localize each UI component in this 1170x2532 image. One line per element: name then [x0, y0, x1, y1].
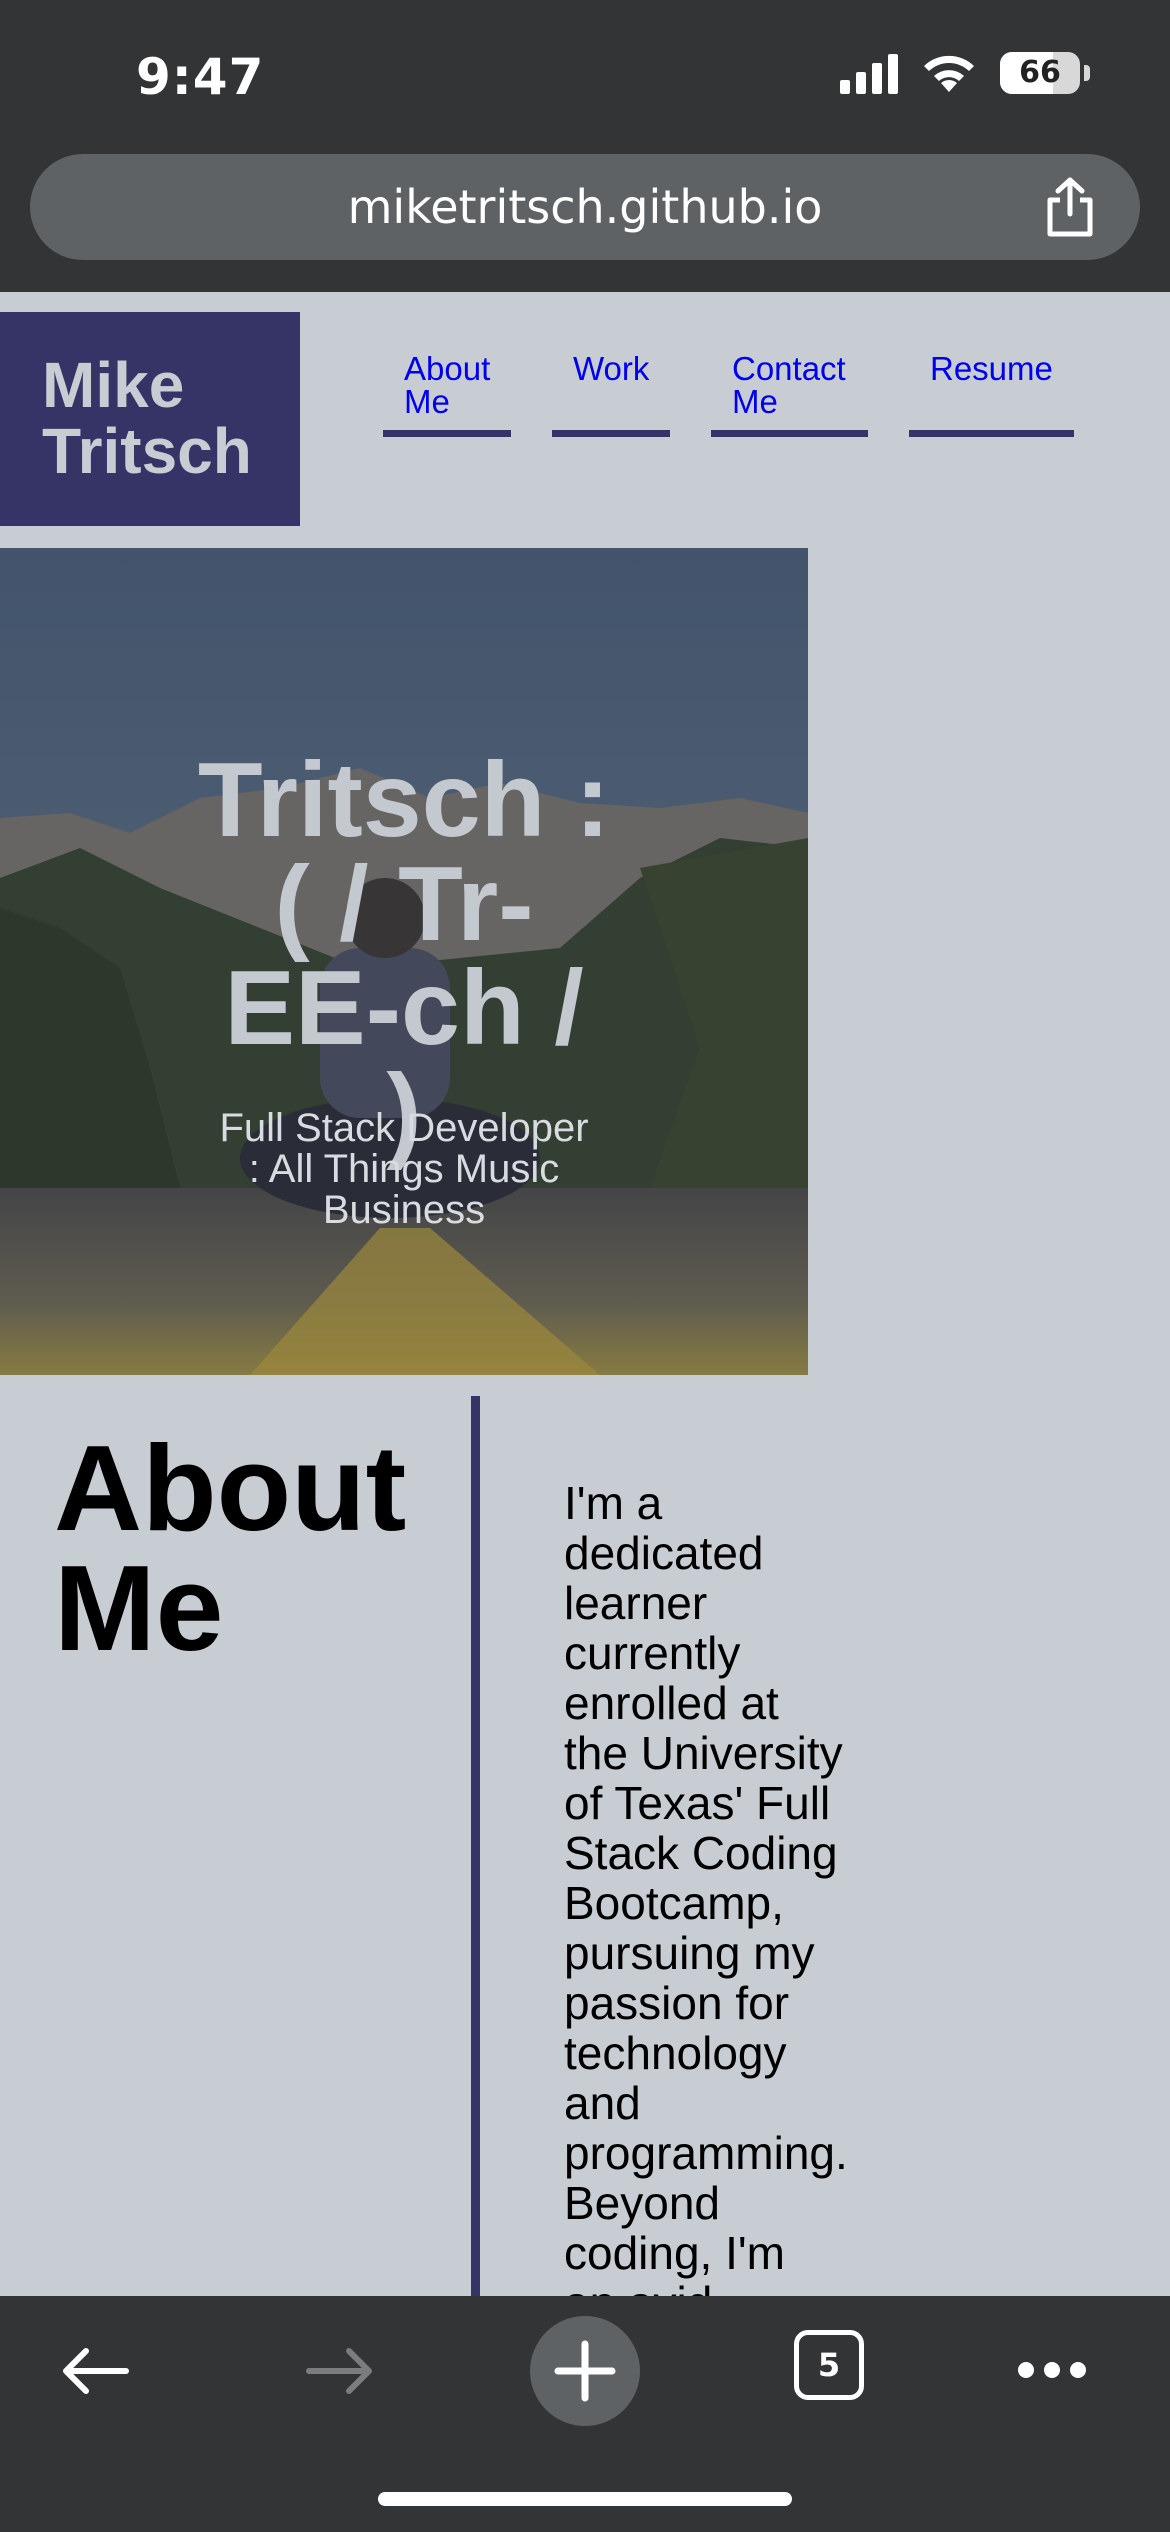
nav-link-work[interactable]: Work — [573, 352, 649, 385]
ellipsis-icon[interactable] — [1016, 2360, 1088, 2380]
logo-line: Mike — [42, 349, 185, 421]
tabs-icon[interactable]: 5 — [794, 2330, 864, 2400]
nav-underline — [909, 430, 1074, 437]
hero-subtitle: Full Stack Developer : All Things Music … — [219, 1106, 589, 1232]
browser-top-bar: 9:47 66 miketritsch.github.io — [0, 0, 1170, 292]
nav-link-contact-me[interactable]: Contact Me — [732, 352, 846, 418]
nav-underline — [552, 430, 670, 437]
hero-banner: Tritsch : ( / Tr- EE-ch / ) Full Stack D… — [0, 548, 808, 1375]
hero-title: Tritsch : ( / Tr- EE-ch / ) — [197, 741, 611, 1171]
section-divider — [471, 1396, 480, 2296]
share-icon[interactable] — [1040, 176, 1100, 238]
battery-level: 66 — [1019, 55, 1061, 90]
wifi-icon — [924, 55, 974, 92]
arrow-right-icon[interactable] — [305, 2346, 375, 2396]
nav-link-resume[interactable]: Resume — [930, 352, 1053, 385]
nav-underline — [383, 430, 511, 437]
battery-icon: 66 — [1000, 52, 1080, 94]
site-logo[interactable]: Mike Tritsch — [0, 312, 300, 526]
cellular-signal-icon — [840, 52, 898, 94]
about-heading: About Me — [54, 1420, 407, 1676]
plus-icon — [554, 2340, 616, 2402]
status-time: 9:47 — [136, 48, 265, 106]
logo-line: Tritsch — [42, 415, 252, 487]
nav-underline — [711, 430, 868, 437]
arrow-left-icon[interactable] — [60, 2346, 130, 2396]
url-text[interactable]: miketritsch.github.io — [30, 154, 1140, 260]
address-bar[interactable]: miketritsch.github.io — [30, 154, 1140, 260]
about-body: I'm a dedicated learner currently enroll… — [564, 1477, 848, 2328]
status-icons: 66 — [840, 52, 1090, 94]
battery-tip — [1084, 65, 1090, 81]
nav-link-about-me[interactable]: About Me — [404, 352, 490, 418]
home-indicator — [378, 2492, 792, 2506]
new-tab-button[interactable] — [530, 2316, 640, 2426]
